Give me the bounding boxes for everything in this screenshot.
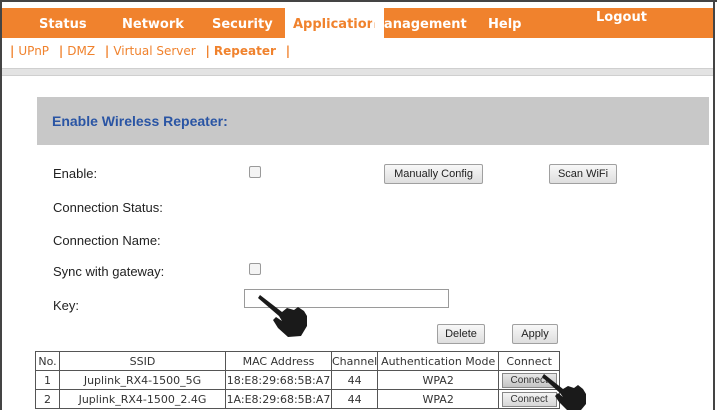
enable-label: Enable: — [53, 166, 98, 181]
access-point-table: No. SSID MAC Address Channel Authenticat… — [35, 351, 561, 409]
subnav-separator: | — [10, 44, 15, 58]
page-left-border — [0, 0, 2, 410]
row-auth-mode: WPA2 — [377, 389, 500, 409]
nav-application[interactable]: Application — [285, 8, 384, 40]
column-header-connect: Connect — [498, 351, 561, 371]
apply-button[interactable]: Apply — [512, 324, 558, 344]
column-header-ssid: SSID — [59, 351, 226, 371]
row-ssid: Juplink_RX4-1500_2.4G — [59, 389, 226, 409]
subnav-repeater[interactable]: Repeater — [214, 44, 276, 58]
row-ssid: Juplink_RX4-1500_5G — [59, 370, 226, 390]
sub-navigation: | UPnP | DMZ | Virtual Server | Repeater | — [4, 44, 294, 64]
connection-name-label: Connection Name: — [53, 233, 161, 248]
column-header-mac: MAC Address — [225, 351, 332, 371]
page-right-border — [713, 0, 715, 410]
row-auth-mode: WPA2 — [377, 370, 500, 390]
table-row: 1 Juplink_RX4-1500_5G 18:E8:29:68:5B:A7 … — [35, 370, 561, 390]
subnav-separator: | — [58, 44, 64, 58]
scan-wifi-button[interactable]: Scan WiFi — [549, 164, 617, 184]
nav-security[interactable]: Security — [212, 8, 273, 38]
delete-button[interactable]: Delete — [437, 324, 485, 344]
nav-network[interactable]: Network — [122, 8, 184, 38]
row-channel: 44 — [330, 370, 379, 390]
subnav-separator: | — [205, 44, 210, 58]
column-header-auth: Authentication Mode — [377, 351, 500, 371]
row-mac: 18:E8:29:68:5B:A7 — [225, 370, 332, 390]
panel-title: Enable Wireless Repeater: — [52, 113, 228, 129]
pointer-hand-icon — [258, 295, 307, 337]
panel-header: Enable Wireless Repeater: — [37, 97, 709, 145]
page-top-border — [0, 0, 717, 2]
top-navigation-bar: Status Network Security Application Mana… — [2, 8, 713, 40]
subnav-virtual-server[interactable]: Virtual Server — [113, 44, 195, 58]
logout-link[interactable]: Logout — [596, 10, 647, 25]
sync-with-gateway-label: Sync with gateway: — [53, 264, 165, 279]
enable-checkbox[interactable] — [249, 166, 261, 178]
column-header-channel: Channel — [330, 351, 379, 371]
manually-config-button[interactable]: Manually Config — [384, 164, 483, 184]
row-number: 1 — [35, 370, 60, 390]
subnav-upnp[interactable]: UPnP — [18, 44, 49, 58]
nav-help[interactable]: Help — [488, 8, 521, 38]
column-header-no: No. — [35, 351, 60, 371]
subnav-separator: | — [285, 44, 291, 58]
subnav-divider — [2, 68, 713, 76]
row-number: 2 — [35, 389, 60, 409]
pointer-hand-icon — [542, 374, 586, 410]
connection-status-label: Connection Status: — [53, 200, 163, 215]
row-mac: 1A:E8:29:68:5B:A7 — [225, 389, 332, 409]
table-header-row: No. SSID MAC Address Channel Authenticat… — [35, 351, 561, 371]
sync-with-gateway-checkbox[interactable] — [249, 263, 261, 275]
nav-management[interactable]: Management — [371, 8, 467, 38]
key-label: Key: — [53, 298, 80, 313]
subnav-separator: | — [104, 44, 110, 58]
nav-status[interactable]: Status — [39, 8, 87, 38]
router-admin-page: Status Network Security Application Mana… — [0, 0, 717, 410]
row-channel: 44 — [330, 389, 379, 409]
subnav-dmz[interactable]: DMZ — [67, 44, 95, 58]
table-row: 2 Juplink_RX4-1500_2.4G 1A:E8:29:68:5B:A… — [35, 389, 561, 409]
